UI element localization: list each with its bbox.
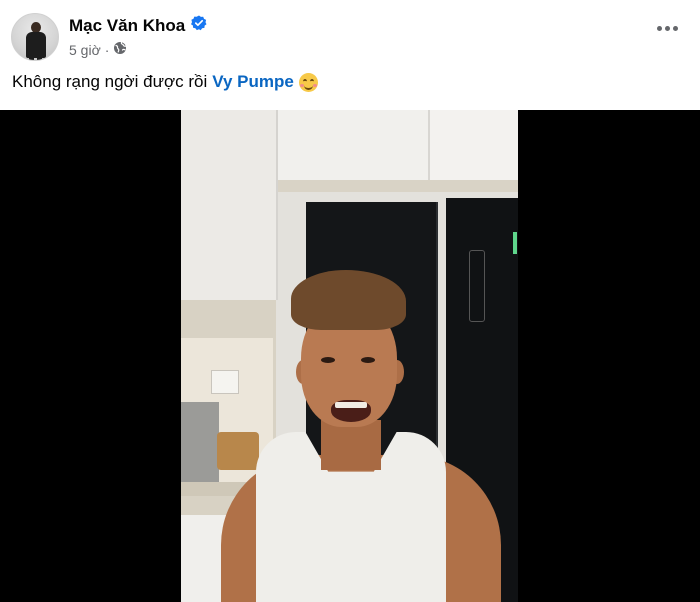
meta-separator: · [104,41,110,58]
person-hair [291,270,406,330]
verified-badge-icon [191,15,207,36]
video-player[interactable] [0,110,700,602]
caption-text: Không rạng ngời được rồi [12,72,208,91]
person-teeth [335,402,367,408]
scene-fridge-light [513,232,517,254]
more-options-icon [657,26,662,31]
video-frame[interactable] [181,110,518,602]
scene-outlet [211,370,239,394]
scene-basket [217,432,259,470]
scene-cabinet [430,110,518,180]
author-row: Mạc Văn Khoa [69,15,207,36]
author-name[interactable]: Mạc Văn Khoa [69,16,185,36]
more-options-button[interactable] [657,26,678,31]
post-header: Mạc Văn Khoa 5 giờ · Không rạng ngời đượ… [0,0,700,110]
scene-cabinet [181,110,278,300]
scene-cabinet [278,110,430,180]
avatar-figure-leg [37,52,42,60]
scene-shelf [278,180,518,192]
person-neck [321,420,381,470]
scene-fridge-panel [469,250,485,322]
post-caption: Không rạng ngời được rồi Vy Pumpe [12,72,318,92]
post-meta: 5 giờ · [69,41,127,58]
more-options-icon [673,26,678,31]
more-options-icon [665,26,670,31]
globe-icon[interactable] [113,41,127,58]
scene-microwave [181,402,219,482]
avatar-figure-leg [29,52,34,60]
person-eye [321,357,335,363]
mention-link[interactable]: Vy Pumpe [212,72,294,92]
smiling-face-emoji-icon [298,72,318,92]
post-timestamp[interactable]: 5 giờ [69,42,101,58]
person-eye [361,357,375,363]
avatar[interactable] [11,13,59,61]
